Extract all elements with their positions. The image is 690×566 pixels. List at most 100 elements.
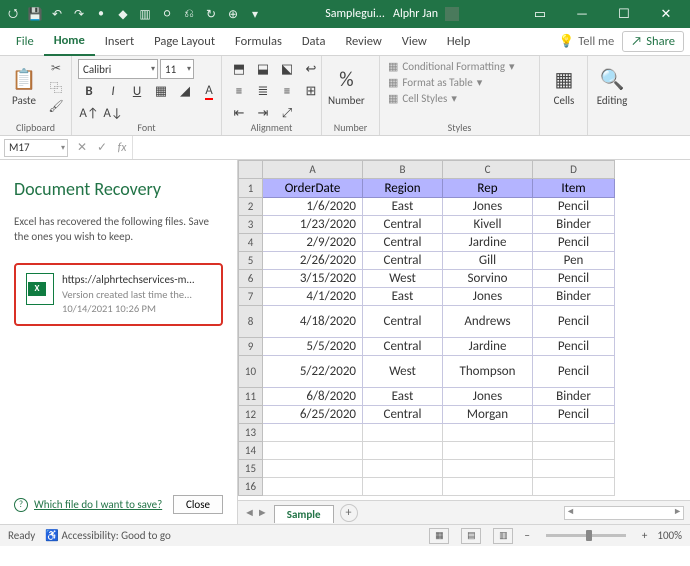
qat-icon-3[interactable]: ○ [158, 5, 176, 23]
cell[interactable]: Pen [533, 252, 615, 270]
row-header[interactable]: 2 [239, 198, 263, 216]
italic-button[interactable]: I [102, 81, 124, 101]
cell[interactable] [263, 424, 363, 442]
row-header[interactable]: 8 [239, 306, 263, 338]
cell[interactable]: 1/23/2020 [263, 216, 363, 234]
cell[interactable]: Sorvino [443, 270, 533, 288]
cell[interactable]: East [363, 388, 443, 406]
formula-input[interactable] [132, 136, 690, 159]
row-header[interactable]: 11 [239, 388, 263, 406]
cell[interactable]: 3/15/2020 [263, 270, 363, 288]
tab-review[interactable]: Review [335, 28, 391, 56]
add-sheet-icon[interactable]: + [340, 504, 358, 522]
recovery-close-button[interactable]: Close [173, 495, 223, 514]
cell[interactable]: West [363, 270, 443, 288]
zoom-slider[interactable] [546, 534, 626, 537]
name-box[interactable]: M17 [4, 139, 68, 157]
align-bottom-icon[interactable]: ⬕ [276, 59, 298, 79]
cell[interactable]: 1/6/2020 [263, 198, 363, 216]
header-cell[interactable]: Item [533, 179, 615, 198]
cell[interactable] [443, 442, 533, 460]
indent-right-icon[interactable]: ⇥ [252, 103, 274, 123]
cell[interactable]: 5/22/2020 [263, 356, 363, 388]
indent-left-icon[interactable]: ⇤ [228, 103, 250, 123]
number-format-button[interactable]: %Number [328, 59, 365, 115]
zoom-level[interactable]: 100% [657, 529, 682, 542]
cell[interactable]: 4/18/2020 [263, 306, 363, 338]
wrap-text-icon[interactable]: ↩ [300, 59, 322, 79]
format-as-table-button[interactable]: ▦Format as Table ▾ [386, 75, 517, 90]
accessibility-status[interactable]: ♿ Accessibility: Good to go [45, 529, 170, 542]
col-header-B[interactable]: B [363, 161, 443, 179]
cell[interactable] [443, 424, 533, 442]
cell[interactable]: Central [363, 234, 443, 252]
header-cell[interactable]: Rep [443, 179, 533, 198]
header-cell[interactable]: OrderDate [263, 179, 363, 198]
merge-icon[interactable]: ⊞ [300, 81, 322, 101]
minimize-icon[interactable]: — [562, 0, 602, 28]
cell[interactable]: Morgan [443, 406, 533, 424]
row-header[interactable]: 1 [239, 179, 263, 198]
align-center-icon[interactable]: ≣ [252, 81, 274, 101]
cell[interactable] [263, 478, 363, 496]
cell[interactable] [363, 442, 443, 460]
row-header[interactable]: 5 [239, 252, 263, 270]
row-header[interactable]: 3 [239, 216, 263, 234]
orientation-icon[interactable]: ⤢ [276, 103, 298, 123]
cell[interactable]: East [363, 198, 443, 216]
row-header[interactable]: 4 [239, 234, 263, 252]
spreadsheet-grid[interactable]: ABCD1OrderDateRegionRepItem21/6/2020East… [238, 160, 690, 500]
cell[interactable] [443, 460, 533, 478]
tab-insert[interactable]: Insert [95, 28, 144, 56]
redo-icon[interactable]: ↷ [70, 5, 88, 23]
row-header[interactable]: 9 [239, 338, 263, 356]
cell[interactable] [533, 460, 615, 478]
row-header[interactable]: 14 [239, 442, 263, 460]
cell[interactable]: Gill [443, 252, 533, 270]
cell[interactable]: Jardine [443, 338, 533, 356]
cut-icon[interactable]: ✂ [46, 59, 66, 77]
normal-view-icon[interactable]: ▦ [429, 528, 449, 544]
editing-button[interactable]: 🔍Editing [594, 59, 630, 115]
share-button[interactable]: ↗Share [622, 31, 684, 52]
cell[interactable]: 5/5/2020 [263, 338, 363, 356]
col-header-C[interactable]: C [443, 161, 533, 179]
cell[interactable]: Pencil [533, 198, 615, 216]
increase-font-icon[interactable]: A↑ [78, 103, 100, 123]
tab-file[interactable]: File [6, 28, 44, 56]
row-header[interactable]: 15 [239, 460, 263, 478]
cell[interactable]: 6/8/2020 [263, 388, 363, 406]
cell[interactable]: Kivell [443, 216, 533, 234]
cell[interactable]: Pencil [533, 406, 615, 424]
cell[interactable]: Andrews [443, 306, 533, 338]
zoom-in-icon[interactable]: + [642, 529, 647, 542]
cell[interactable]: East [363, 288, 443, 306]
cell[interactable]: Jones [443, 288, 533, 306]
cells-button[interactable]: ▦Cells [546, 59, 582, 115]
cell[interactable] [533, 424, 615, 442]
font-color-icon[interactable]: A [198, 81, 220, 101]
align-middle-icon[interactable]: ⬓ [252, 59, 274, 79]
enter-formula-icon[interactable]: ✓ [92, 140, 112, 155]
cell[interactable] [533, 478, 615, 496]
fx-icon[interactable]: fx [112, 141, 132, 155]
cell[interactable]: 4/1/2020 [263, 288, 363, 306]
cell[interactable]: Jones [443, 388, 533, 406]
cell[interactable]: Jones [443, 198, 533, 216]
qat-icon-4[interactable]: ⎌ [180, 5, 198, 23]
qat-dropdown-icon[interactable]: ▾ [246, 5, 264, 23]
conditional-formatting-button[interactable]: ▦Conditional Formatting ▾ [386, 59, 517, 74]
tab-formulas[interactable]: Formulas [225, 28, 292, 56]
qat-icon-6[interactable]: ⊕ [224, 5, 242, 23]
tell-me[interactable]: 💡Tell me [551, 34, 623, 49]
align-right-icon[interactable]: ≡ [276, 81, 298, 101]
recovery-help-link[interactable]: ? Which file do I want to save? [14, 498, 162, 512]
tab-view[interactable]: View [392, 28, 437, 56]
tab-nav-last-icon[interactable]: ► [257, 506, 268, 519]
page-break-view-icon[interactable]: ▥ [493, 528, 513, 544]
row-header[interactable]: 16 [239, 478, 263, 496]
qat-more-icon[interactable]: ◆ [114, 5, 132, 23]
cell-styles-button[interactable]: ▦Cell Styles ▾ [386, 91, 517, 106]
cell[interactable]: Pencil [533, 356, 615, 388]
cell[interactable]: Central [363, 406, 443, 424]
